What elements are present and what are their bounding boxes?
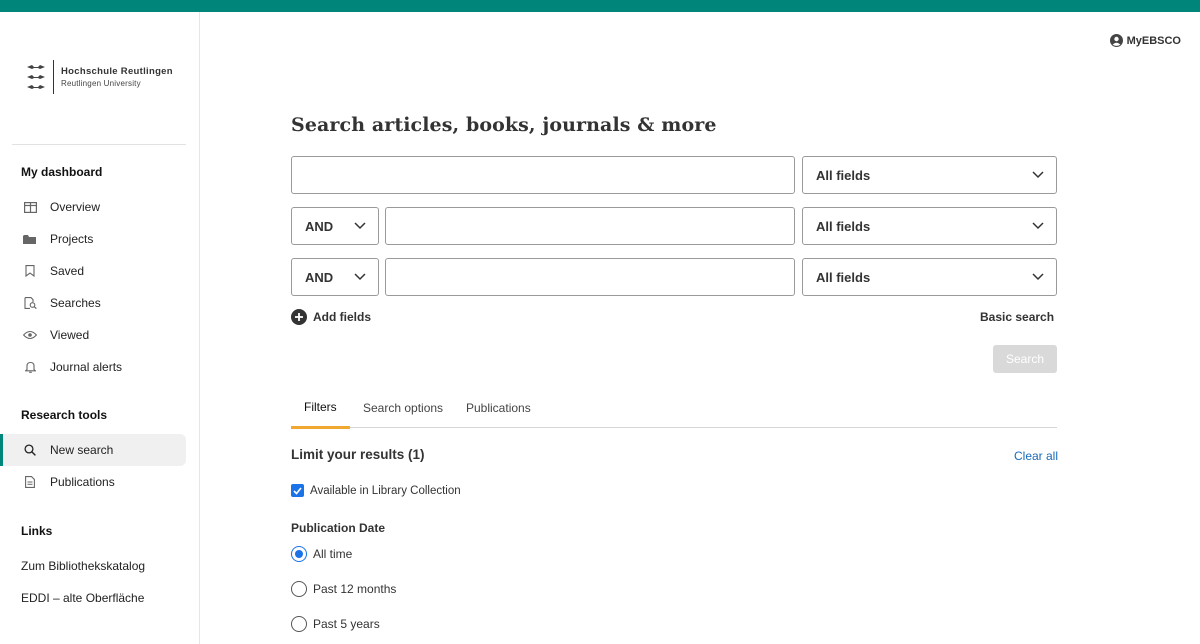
chevron-down-icon — [1032, 222, 1044, 230]
logo-text: Hochschule Reutlingen Reutlingen Univers… — [61, 66, 173, 88]
page-title: Search articles, books, journals & more — [291, 114, 717, 136]
section-heading-dashboard: My dashboard — [21, 165, 103, 179]
pub-date-option-past-12-months[interactable]: Past 12 months — [291, 581, 396, 597]
saved-search-icon — [22, 295, 38, 311]
radio-button[interactable] — [291, 616, 307, 632]
library-collection-label: Available in Library Collection — [310, 484, 461, 497]
sidebar-item-searches[interactable]: Searches — [0, 287, 186, 319]
sidebar-item-label: Publications — [50, 475, 115, 489]
folder-icon — [22, 231, 38, 247]
user-circle-icon — [1109, 34, 1123, 47]
antlers-logo-icon — [26, 61, 48, 93]
clear-all-link[interactable]: Clear all — [1014, 449, 1058, 463]
pub-date-option-past-5-years[interactable]: Past 5 years — [291, 616, 380, 632]
sidebar-item-label: Projects — [50, 232, 94, 246]
link-eddi-alte-oberflaeche[interactable]: EDDI – alte Oberfläche — [21, 591, 144, 605]
tab-filters[interactable]: Filters — [291, 388, 350, 429]
sidebar-item-label: Saved — [50, 264, 85, 278]
section-heading-links: Links — [21, 524, 53, 538]
sidebar-item-label: Viewed — [50, 328, 90, 342]
search-tabs: Filters Search options Publications — [291, 388, 1057, 429]
sidebar-item-new-search[interactable]: New search — [0, 434, 186, 466]
myebsco-label: MyEBSCO — [1126, 34, 1181, 47]
radio-button[interactable] — [291, 546, 307, 562]
university-logo[interactable]: Hochschule Reutlingen Reutlingen Univers… — [26, 60, 173, 94]
field-select-3[interactable]: All fields — [802, 258, 1057, 296]
field-select-1[interactable]: All fields — [802, 156, 1057, 194]
radio-dot — [295, 550, 303, 558]
sidebar: Hochschule Reutlingen Reutlingen Univers… — [0, 12, 200, 644]
tab-publications[interactable]: Publications — [466, 388, 531, 428]
library-collection-filter[interactable]: Available in Library Collection — [291, 484, 461, 497]
logo-line-2: Reutlingen University — [61, 79, 141, 88]
add-fields-label: Add fields — [313, 310, 372, 324]
search-query-input-3[interactable] — [385, 258, 795, 296]
sidebar-item-projects[interactable]: Projects — [0, 223, 186, 255]
add-fields-button[interactable]: Add fields — [291, 309, 371, 325]
search-query-input-1[interactable] — [291, 156, 795, 194]
search-icon — [22, 442, 38, 458]
field-select-value: All fields — [816, 269, 871, 285]
boolean-operator-select-3[interactable]: AND — [291, 258, 379, 296]
logo-line-1: Hochschule Reutlingen — [61, 66, 173, 77]
overview-icon — [22, 199, 38, 215]
operator-value: AND — [305, 269, 334, 285]
chevron-down-icon — [354, 273, 366, 281]
radio-label: Past 12 months — [313, 582, 397, 596]
sidebar-item-label: Searches — [50, 296, 101, 310]
field-select-value: All fields — [816, 167, 871, 183]
field-select-value: All fields — [816, 218, 871, 234]
bookmark-icon — [22, 263, 38, 279]
sidebar-item-saved[interactable]: Saved — [0, 255, 186, 287]
sidebar-item-label: Journal alerts — [50, 360, 123, 374]
checkbox-checked[interactable] — [291, 484, 304, 497]
link-bibliothekskatalog[interactable]: Zum Bibliothekskatalog — [21, 559, 145, 573]
radio-button[interactable] — [291, 581, 307, 597]
boolean-operator-select-2[interactable]: AND — [291, 207, 379, 245]
radio-label: Past 5 years — [313, 617, 380, 631]
top-accent-bar — [0, 0, 1200, 12]
sidebar-item-viewed[interactable]: Viewed — [0, 319, 186, 351]
chevron-down-icon — [1032, 273, 1044, 281]
sidebar-item-label: Overview — [50, 200, 101, 214]
chevron-down-icon — [1032, 171, 1044, 179]
publication-date-heading: Publication Date — [291, 521, 386, 535]
basic-search-link[interactable]: Basic search — [980, 310, 1054, 324]
search-button[interactable]: Search — [993, 345, 1057, 373]
document-icon — [22, 474, 38, 490]
operator-value: AND — [305, 218, 334, 234]
pub-date-option-all-time[interactable]: All time — [291, 546, 352, 562]
logo-divider — [53, 60, 54, 94]
limit-results-heading: Limit your results (1) — [291, 447, 425, 462]
sidebar-item-publications[interactable]: Publications — [0, 466, 186, 498]
tab-search-options[interactable]: Search options — [363, 388, 443, 428]
field-select-2[interactable]: All fields — [802, 207, 1057, 245]
section-heading-research-tools: Research tools — [21, 408, 108, 422]
plus-circle-icon — [291, 309, 307, 325]
bell-icon — [22, 359, 38, 375]
sidebar-divider — [12, 144, 186, 145]
radio-label: All time — [313, 547, 353, 561]
myebsco-account-button[interactable]: MyEBSCO — [1109, 34, 1181, 47]
search-query-input-2[interactable] — [385, 207, 795, 245]
sidebar-item-label: New search — [50, 443, 114, 457]
sidebar-item-journal-alerts[interactable]: Journal alerts — [0, 351, 186, 383]
chevron-down-icon — [354, 222, 366, 230]
sidebar-item-overview[interactable]: Overview — [0, 191, 186, 223]
eye-icon — [22, 327, 38, 343]
